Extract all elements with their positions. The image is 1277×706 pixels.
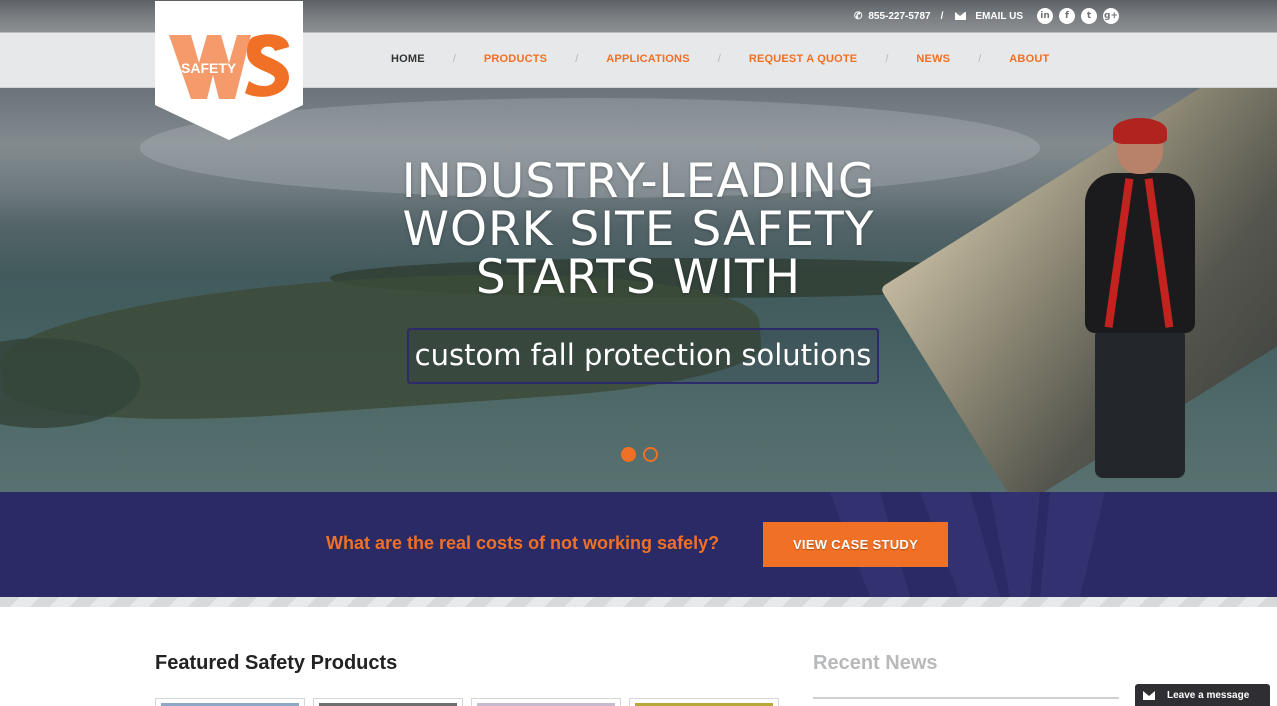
contact-separator: / xyxy=(940,10,944,22)
slider-dot-2[interactable] xyxy=(643,447,658,462)
email-icon xyxy=(955,12,967,20)
social-links: in f t g+ xyxy=(1037,8,1119,24)
phone-number[interactable]: 855-227-5787 xyxy=(868,11,930,22)
contact-bar: ✆ 855-227-5787 / EMAIL US in f t g+ xyxy=(854,8,1119,24)
slider-pagination xyxy=(621,447,658,462)
nav-divider: / xyxy=(885,53,889,65)
email-us-link[interactable]: EMAIL US xyxy=(975,11,1023,22)
phone-icon: ✆ xyxy=(853,10,863,22)
logo-safety-text: SAFETY xyxy=(181,60,237,76)
nav-divider: / xyxy=(452,53,456,65)
ws-safety-logo[interactable]: SAFETY xyxy=(155,1,303,140)
hero-headline: INDUSTRY-LEADING WORK SITE SAFETY STARTS… xyxy=(0,158,1277,302)
nav-divider: / xyxy=(978,53,982,65)
featured-products-title: Featured Safety Products xyxy=(155,652,398,674)
nav-request-a-quote[interactable]: REQUEST A QUOTE xyxy=(749,53,858,65)
nav-divider: / xyxy=(575,53,579,65)
product-thumb[interactable] xyxy=(313,698,463,706)
featured-products-list xyxy=(155,698,779,706)
hero-slider: INDUSTRY-LEADING WORK SITE SAFETY STARTS… xyxy=(0,88,1277,492)
product-thumb[interactable] xyxy=(629,698,779,706)
twitter-icon[interactable]: t xyxy=(1081,8,1097,24)
nav-divider: / xyxy=(717,53,721,65)
facebook-icon[interactable]: f xyxy=(1059,8,1075,24)
google-plus-icon[interactable]: g+ xyxy=(1103,8,1119,24)
slider-dot-1[interactable] xyxy=(621,447,636,462)
nav-applications[interactable]: APPLICATIONS xyxy=(606,53,689,65)
product-thumb[interactable] xyxy=(471,698,621,706)
recent-news-divider xyxy=(813,697,1119,699)
main-nav: HOME / PRODUCTS / APPLICATIONS / REQUEST… xyxy=(391,53,1049,65)
linkedin-icon[interactable]: in xyxy=(1037,8,1053,24)
section-divider-stripes xyxy=(0,597,1277,607)
nav-products[interactable]: PRODUCTS xyxy=(484,53,547,65)
leave-message-label: Leave a message xyxy=(1167,689,1250,701)
hero-headline-line: INDUSTRY-LEADING xyxy=(401,154,876,209)
nav-about[interactable]: ABOUT xyxy=(1009,53,1049,65)
case-study-banner: What are the real costs of not working s… xyxy=(0,492,1277,597)
view-case-study-button[interactable]: VIEW CASE STUDY xyxy=(763,522,948,567)
leave-message-widget[interactable]: Leave a message xyxy=(1135,684,1270,706)
recent-news-title: Recent News xyxy=(813,652,938,674)
hero-subline: custom fall protection solutions xyxy=(407,328,879,384)
product-thumb[interactable] xyxy=(155,698,305,706)
hero-headline-line: WORK SITE SAFETY xyxy=(402,202,875,257)
nav-news[interactable]: NEWS xyxy=(916,53,950,65)
envelope-icon xyxy=(1143,690,1155,700)
case-study-question: What are the real costs of not working s… xyxy=(326,533,720,553)
logo-badge: SAFETY xyxy=(155,1,303,140)
hero-headline-line: STARTS WITH xyxy=(475,250,802,305)
nav-home[interactable]: HOME xyxy=(391,53,425,65)
